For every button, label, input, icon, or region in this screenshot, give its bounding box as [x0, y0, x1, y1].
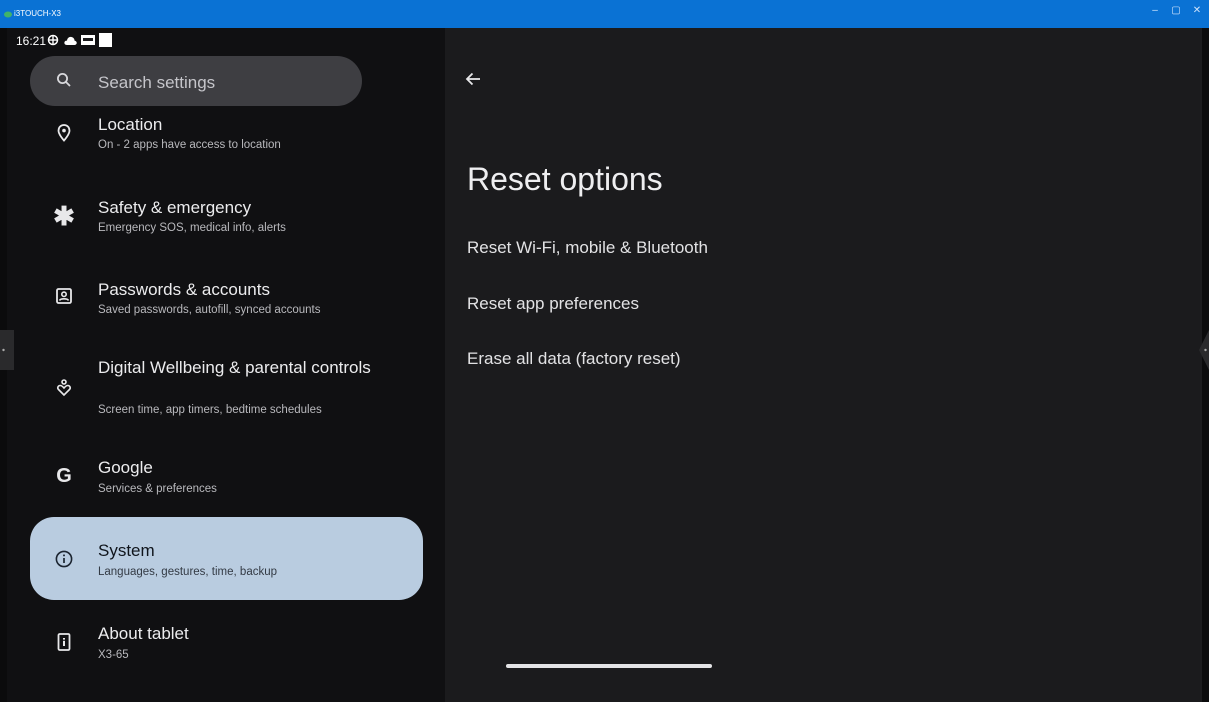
reset-app-preferences-option[interactable]: Reset app preferences: [467, 294, 639, 314]
settings-item-subtitle: Emergency SOS, medical info, alerts: [98, 222, 286, 234]
settings-item-safety-emergency[interactable]: ✱ Safety & emergency Emergency SOS, medi…: [30, 194, 423, 250]
settings-item-title: About tablet: [98, 624, 189, 643]
window-titlebar: i3TOUCH-X3 – ▢ ✕: [0, 0, 1209, 28]
settings-item-title: System: [98, 541, 155, 560]
google-icon: G: [56, 464, 72, 487]
network-icon: [47, 34, 59, 46]
settings-item-location[interactable]: Location On - 2 apps have access to loca…: [30, 113, 423, 169]
settings-list-pane: Search settings Location On - 2 apps hav…: [7, 28, 445, 702]
reset-options-pane: Reset options Reset Wi-Fi, mobile & Blue…: [445, 28, 1202, 702]
settings-item-subtitle: Saved passwords, autofill, synced accoun…: [98, 304, 321, 316]
right-edge-handle-icon[interactable]: [1195, 330, 1209, 370]
settings-item-title: Google: [98, 458, 153, 477]
settings-item-digital-wellbeing[interactable]: Digital Wellbeing & parental controls Sc…: [30, 356, 423, 426]
status-time: 16:21: [16, 34, 47, 48]
settings-item-subtitle: X3-65: [98, 649, 129, 661]
info-icon: [52, 547, 76, 571]
settings-item-title: Safety & emergency: [98, 198, 252, 217]
search-input[interactable]: Search settings: [30, 56, 362, 106]
window-title: i3TOUCH-X3: [14, 9, 61, 18]
dvr-icon: [81, 35, 95, 45]
tablet-icon: [52, 630, 76, 654]
notification-square-icon: [99, 33, 112, 47]
settings-item-subtitle: On - 2 apps have access to location: [98, 139, 281, 151]
back-arrow-icon[interactable]: [465, 72, 481, 86]
settings-item-subtitle: Services & preferences: [98, 483, 217, 495]
factory-reset-option[interactable]: Erase all data (factory reset): [467, 349, 681, 369]
account-box-icon: [52, 284, 76, 308]
location-icon: [52, 121, 76, 145]
settings-item-title: Location: [98, 115, 163, 134]
settings-item-subtitle: Screen time, app timers, bedtime schedul…: [98, 404, 322, 416]
settings-item-subtitle: Languages, gestures, time, backup: [98, 566, 278, 578]
app-logo-icon: [4, 11, 12, 18]
page-title: Reset options: [467, 161, 663, 197]
search-icon: [57, 73, 71, 87]
close-icon[interactable]: ✕: [1190, 5, 1204, 16]
maximize-icon[interactable]: ▢: [1169, 5, 1183, 16]
settings-item-title: Digital Wellbeing & parental controls: [98, 358, 371, 377]
settings-item-title: Passwords & accounts: [98, 280, 270, 299]
minimize-icon[interactable]: –: [1148, 5, 1162, 16]
settings-item-system[interactable]: System Languages, gestures, time, backup: [30, 517, 423, 600]
settings-item-about-tablet[interactable]: About tablet X3-65: [30, 624, 423, 680]
left-edge-handle-icon[interactable]: [0, 330, 14, 370]
settings-item-passwords-accounts[interactable]: Passwords & accounts Saved passwords, au…: [30, 278, 423, 334]
wellbeing-icon: [52, 376, 76, 400]
reset-wifi-mobile-bluetooth-option[interactable]: Reset Wi-Fi, mobile & Bluetooth: [467, 238, 708, 258]
settings-item-google[interactable]: G Google Services & preferences: [30, 458, 423, 514]
search-placeholder: Search settings: [98, 73, 216, 92]
gesture-nav-handle[interactable]: [506, 664, 712, 668]
cloud-icon: [64, 36, 77, 45]
asterisk-icon: ✱: [53, 200, 75, 231]
